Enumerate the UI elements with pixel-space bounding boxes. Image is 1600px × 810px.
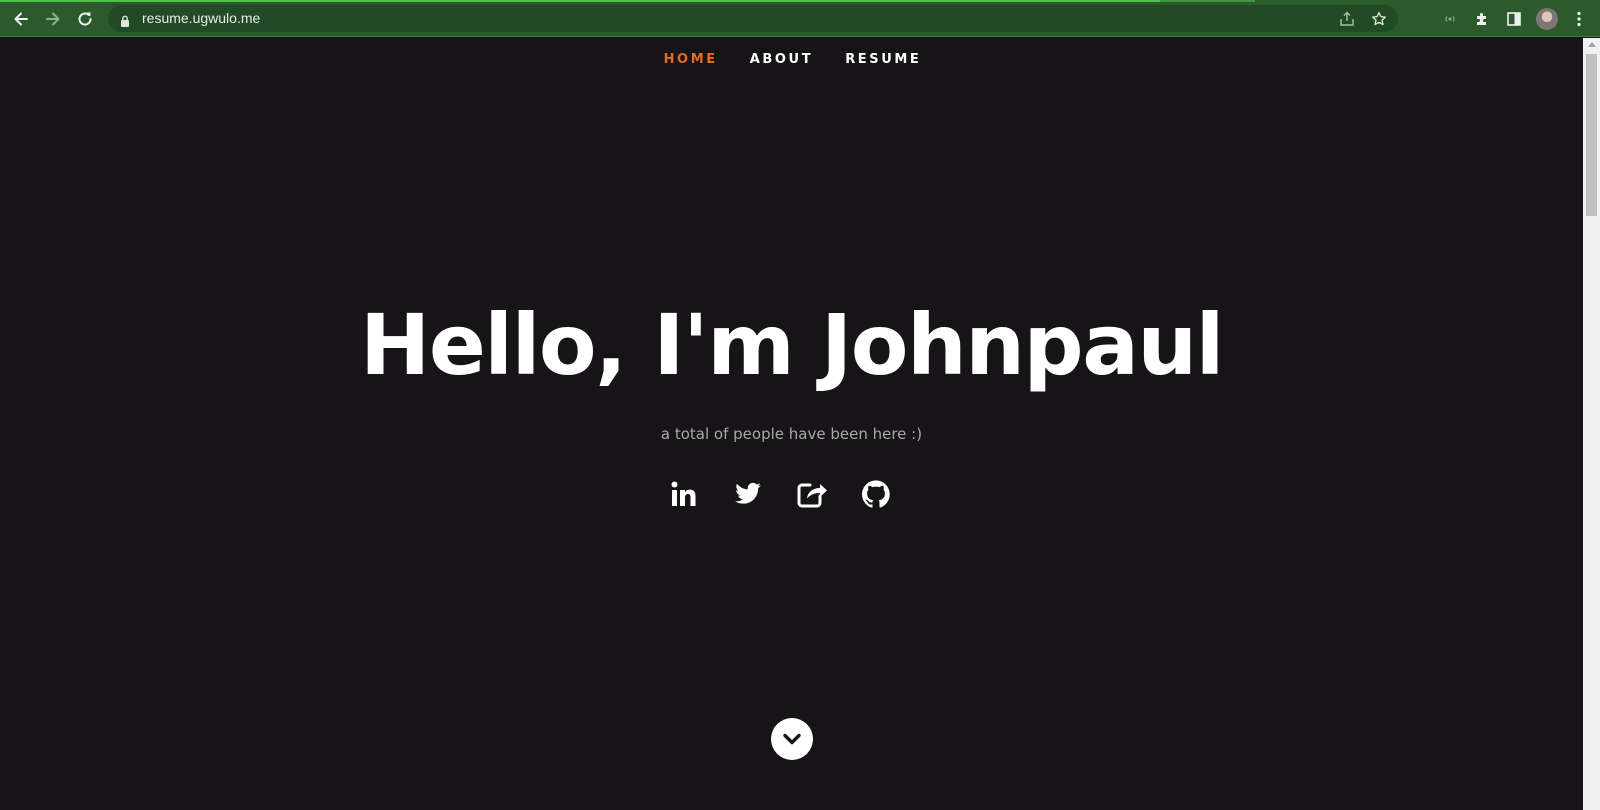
github-link[interactable] xyxy=(858,476,894,512)
hero-subtitle: a total of people have been here :) xyxy=(660,425,923,443)
address-bar[interactable]: resume.ugwulo.me xyxy=(108,5,1398,32)
profile-avatar[interactable] xyxy=(1536,8,1558,30)
reload-button[interactable] xyxy=(74,8,96,30)
scrollbar-thumb[interactable] xyxy=(1586,54,1597,216)
page-load-progress xyxy=(0,0,1160,2)
arrow-left-icon xyxy=(14,12,28,26)
hero-title: Hello, I'm Johnpaul xyxy=(360,296,1224,394)
star-icon[interactable] xyxy=(1370,10,1388,28)
side-panel-icon[interactable] xyxy=(1504,9,1524,29)
website-link[interactable] xyxy=(794,476,830,512)
reload-icon xyxy=(78,12,92,26)
linkedin-link[interactable] xyxy=(666,476,702,512)
chevron-down-icon xyxy=(783,733,801,745)
cast-icon[interactable] xyxy=(1440,9,1460,29)
url-text[interactable]: resume.ugwulo.me xyxy=(142,10,260,26)
arrow-right-icon xyxy=(46,12,60,26)
share-icon[interactable] xyxy=(1338,10,1356,28)
nav-resume-link[interactable]: RESUME xyxy=(845,52,921,67)
social-links xyxy=(666,476,916,516)
forward-button[interactable] xyxy=(42,8,64,30)
lock-icon[interactable] xyxy=(120,12,130,31)
nav-about-link[interactable]: ABOUT xyxy=(750,52,813,67)
page-content: HOME ABOUT RESUME Hello, I'm Johnpaul a … xyxy=(0,38,1583,810)
page-load-progress-tail xyxy=(1160,0,1255,2)
twitter-icon xyxy=(735,482,761,504)
kebab-menu-icon[interactable] xyxy=(1569,9,1589,29)
scroll-down-button[interactable] xyxy=(771,718,813,760)
twitter-link[interactable] xyxy=(730,476,766,512)
top-navigation: HOME ABOUT RESUME xyxy=(0,52,1583,67)
back-button[interactable] xyxy=(10,8,32,30)
github-icon xyxy=(862,480,890,508)
nav-home-link[interactable]: HOME xyxy=(664,52,718,67)
puzzle-icon[interactable] xyxy=(1472,9,1492,29)
scroll-up-arrow-icon[interactable] xyxy=(1588,42,1596,47)
external-link-icon xyxy=(797,483,827,508)
linkedin-icon xyxy=(671,481,696,506)
browser-toolbar: resume.ugwulo.me xyxy=(0,0,1600,37)
